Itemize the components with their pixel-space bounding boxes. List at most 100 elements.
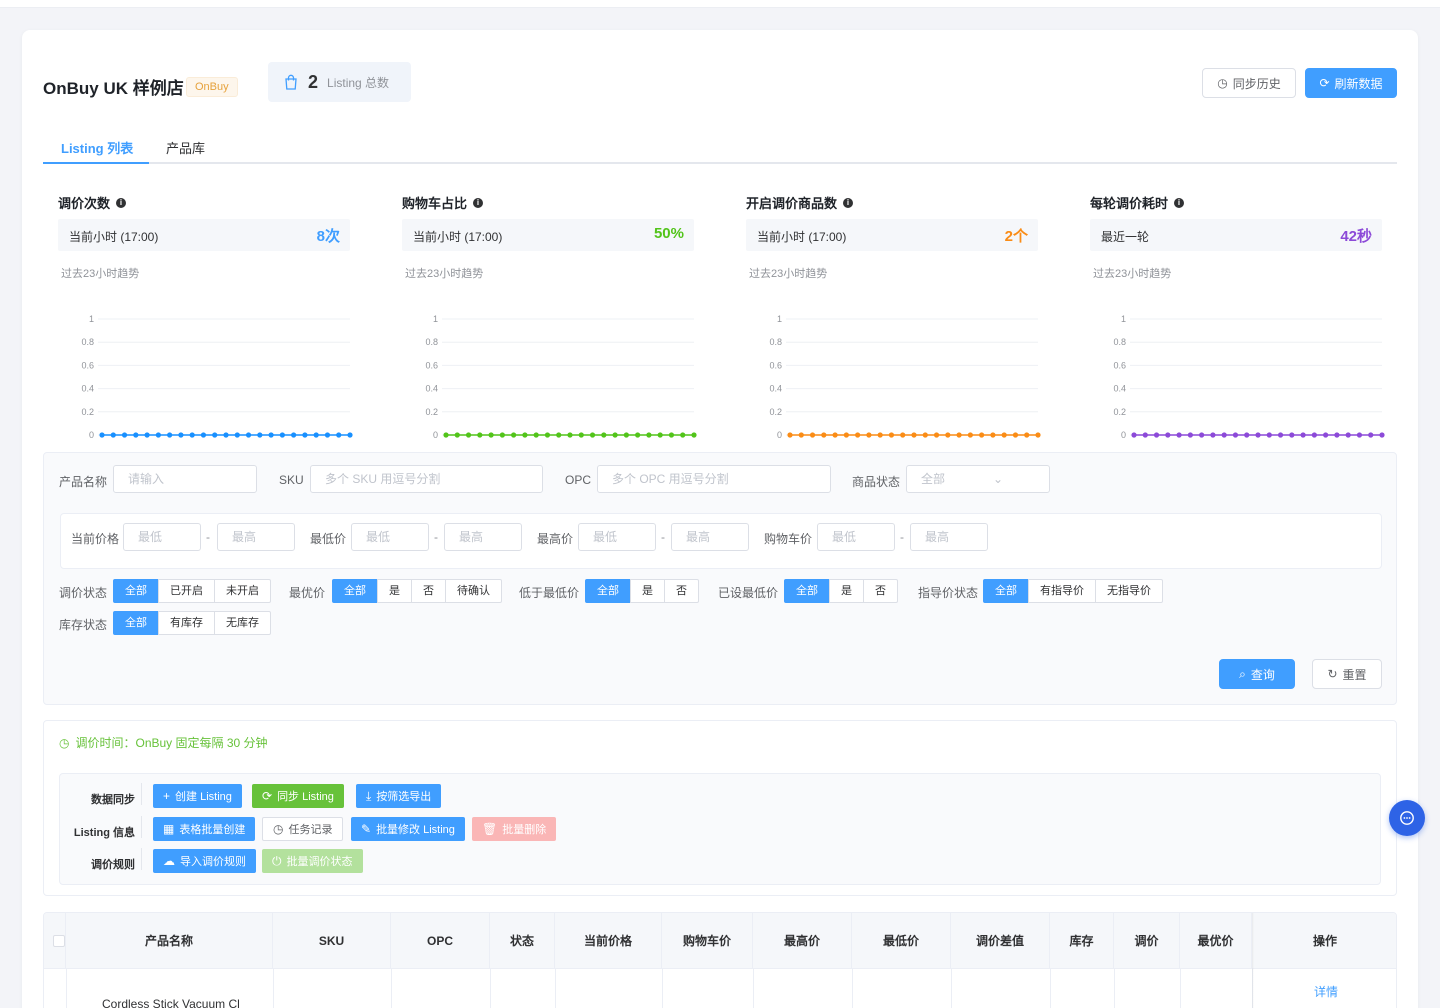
data-point[interactable] bbox=[601, 432, 607, 438]
option-yes[interactable]: 是 bbox=[829, 579, 864, 603]
data-point[interactable] bbox=[1345, 432, 1351, 438]
option-has-guide[interactable]: 有指导价 bbox=[1028, 579, 1096, 603]
data-point[interactable] bbox=[567, 432, 573, 438]
query-button[interactable]: ⌕ 查询 bbox=[1219, 659, 1295, 689]
data-point[interactable] bbox=[979, 432, 985, 438]
option-all[interactable]: 全部 bbox=[585, 579, 631, 603]
table-batch-create-button[interactable]: ▦ 表格批量创建 bbox=[153, 817, 256, 841]
column-header-reprice[interactable]: 调价 bbox=[1114, 913, 1180, 969]
option-no-guide[interactable]: 无指导价 bbox=[1095, 579, 1163, 603]
data-point[interactable] bbox=[1334, 432, 1340, 438]
data-point[interactable] bbox=[1153, 432, 1160, 438]
data-point[interactable] bbox=[155, 432, 161, 438]
data-point[interactable] bbox=[933, 432, 940, 438]
data-point[interactable] bbox=[668, 432, 675, 438]
option-enabled[interactable]: 已开启 bbox=[158, 579, 215, 603]
option-no[interactable]: 否 bbox=[411, 579, 446, 603]
data-point[interactable] bbox=[167, 432, 173, 438]
data-point[interactable] bbox=[313, 432, 319, 438]
option-pending[interactable]: 待确认 bbox=[445, 579, 502, 603]
data-point[interactable] bbox=[234, 432, 240, 438]
batch-edit-listing-button[interactable]: ✎ 批量修改 Listing bbox=[351, 817, 465, 841]
data-point[interactable] bbox=[1300, 432, 1306, 438]
data-point[interactable] bbox=[488, 432, 494, 438]
data-point[interactable] bbox=[956, 432, 962, 438]
data-point[interactable] bbox=[477, 432, 483, 438]
data-point[interactable] bbox=[1311, 432, 1317, 438]
sync-history-button[interactable]: ◷ 同步历史 bbox=[1202, 68, 1296, 98]
option-all[interactable]: 全部 bbox=[113, 611, 159, 635]
data-point[interactable] bbox=[911, 432, 917, 438]
data-point[interactable] bbox=[798, 432, 804, 438]
data-point[interactable] bbox=[691, 432, 697, 438]
max-price-max-input[interactable]: 最高 bbox=[671, 523, 749, 551]
data-point[interactable] bbox=[291, 432, 297, 438]
data-point[interactable] bbox=[257, 432, 263, 438]
data-point[interactable] bbox=[855, 432, 861, 438]
min-price-max-input[interactable]: 最高 bbox=[444, 523, 522, 551]
data-point[interactable] bbox=[1187, 432, 1193, 438]
data-point[interactable] bbox=[178, 432, 184, 438]
chat-support-button[interactable] bbox=[1389, 800, 1425, 836]
data-point[interactable] bbox=[1289, 432, 1295, 438]
column-header-sku[interactable]: SKU bbox=[273, 913, 391, 969]
data-point[interactable] bbox=[200, 432, 207, 438]
data-point[interactable] bbox=[1131, 432, 1137, 438]
tab-listing-list[interactable]: Listing 列表 bbox=[61, 138, 133, 157]
option-in-stock[interactable]: 有库存 bbox=[158, 611, 215, 635]
data-point[interactable] bbox=[336, 432, 342, 438]
sku-input[interactable]: 多个 SKU 用逗号分割 bbox=[310, 465, 543, 493]
max-price-min-input[interactable]: 最低 bbox=[578, 523, 656, 551]
data-point[interactable] bbox=[877, 432, 883, 438]
batch-delete-button[interactable]: 🗑 批量删除 bbox=[472, 817, 557, 841]
data-point[interactable] bbox=[279, 432, 285, 438]
buybox-price-max-input[interactable]: 最高 bbox=[910, 523, 988, 551]
data-point[interactable] bbox=[832, 432, 838, 438]
column-header-product-name[interactable]: 产品名称 bbox=[66, 913, 273, 969]
data-point[interactable] bbox=[967, 432, 973, 438]
column-header-max-price[interactable]: 最高价 bbox=[753, 913, 852, 969]
data-point[interactable] bbox=[680, 432, 686, 438]
option-all[interactable]: 全部 bbox=[784, 579, 830, 603]
info-icon[interactable]: i bbox=[473, 197, 484, 208]
data-point[interactable] bbox=[1176, 432, 1182, 438]
data-point[interactable] bbox=[324, 432, 331, 438]
data-point[interactable] bbox=[133, 432, 139, 438]
data-point[interactable] bbox=[646, 432, 652, 438]
batch-reprice-status-button[interactable]: ⏻ 批量调价状态 bbox=[262, 849, 363, 873]
data-point[interactable] bbox=[612, 432, 618, 438]
goods-status-select[interactable]: 全部 ⌄ bbox=[906, 465, 1050, 493]
data-point[interactable] bbox=[945, 432, 951, 438]
data-point[interactable] bbox=[245, 432, 252, 438]
data-point[interactable] bbox=[144, 432, 150, 438]
data-point[interactable] bbox=[1142, 432, 1148, 438]
data-point[interactable] bbox=[544, 432, 551, 438]
column-header-min-price[interactable]: 最低价 bbox=[852, 913, 951, 969]
column-header-reprice-diff[interactable]: 调价差值 bbox=[951, 913, 1050, 969]
data-point[interactable] bbox=[1165, 432, 1171, 438]
data-point[interactable] bbox=[990, 432, 996, 438]
column-header-best-price[interactable]: 最优价 bbox=[1180, 913, 1252, 969]
data-point[interactable] bbox=[922, 432, 928, 438]
data-point[interactable] bbox=[1368, 432, 1374, 438]
data-point[interactable] bbox=[635, 432, 641, 438]
data-point[interactable] bbox=[1244, 432, 1250, 438]
column-header-stock[interactable]: 库存 bbox=[1050, 913, 1114, 969]
buybox-price-min-input[interactable]: 最低 bbox=[817, 523, 895, 551]
option-yes[interactable]: 是 bbox=[377, 579, 412, 603]
data-point[interactable] bbox=[454, 432, 460, 438]
data-point[interactable] bbox=[1199, 432, 1205, 438]
data-point[interactable] bbox=[1210, 432, 1216, 438]
data-point[interactable] bbox=[121, 432, 128, 438]
product-name-input[interactable]: 请输入 bbox=[113, 465, 257, 493]
column-header-status[interactable]: 状态 bbox=[490, 913, 555, 969]
option-no[interactable]: 否 bbox=[863, 579, 898, 603]
info-icon[interactable]: i bbox=[843, 197, 854, 208]
data-point[interactable] bbox=[809, 432, 816, 438]
data-point[interactable] bbox=[888, 432, 895, 438]
option-yes[interactable]: 是 bbox=[630, 579, 665, 603]
data-point[interactable] bbox=[578, 432, 584, 438]
data-point[interactable] bbox=[866, 432, 872, 438]
data-point[interactable] bbox=[1277, 432, 1284, 438]
data-point[interactable] bbox=[223, 432, 229, 438]
